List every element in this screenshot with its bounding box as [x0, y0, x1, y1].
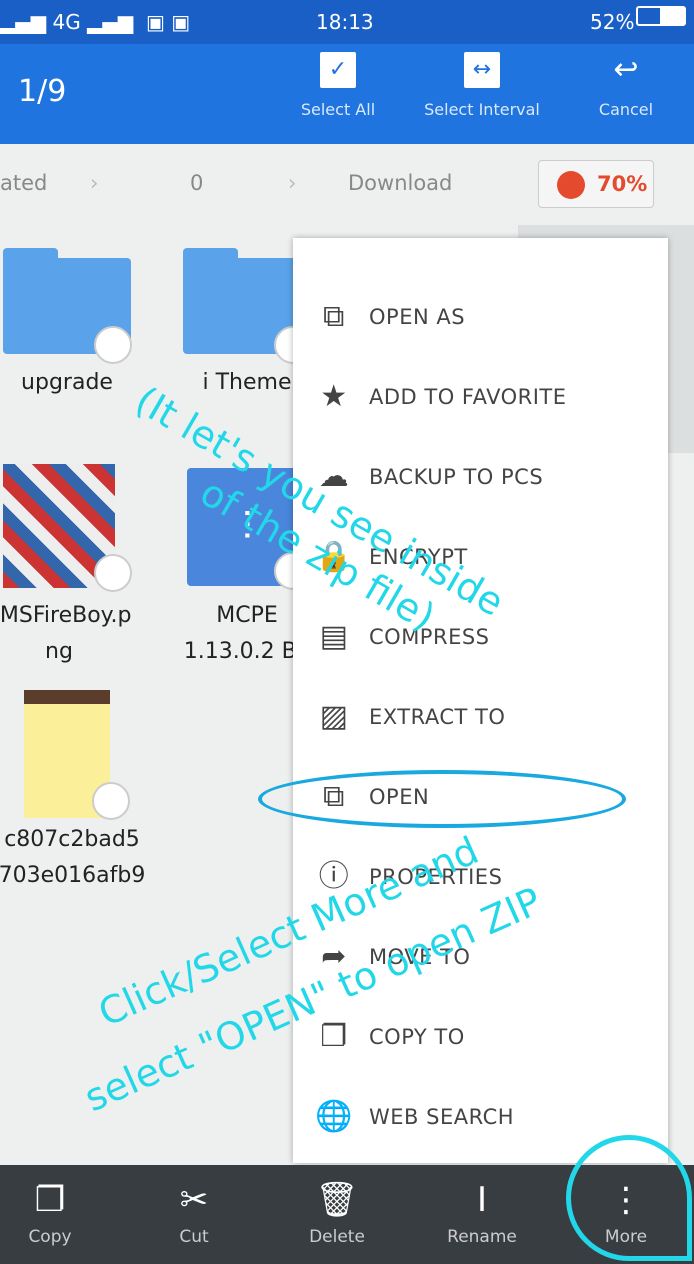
menu-item-label: COMPRESS [369, 625, 490, 649]
menu-item-add-to-favorite[interactable]: ★ ADD TO FAVORITE [293, 357, 668, 437]
breadcrumb-item[interactable]: ated [0, 171, 47, 195]
open-external-icon: ⧉ [323, 299, 345, 334]
menu-item-open-as[interactable]: ⧉ OPEN AS [293, 277, 668, 357]
label: Cut [179, 1227, 209, 1247]
annotation-circle [566, 1135, 692, 1261]
more-options-menu: ⧉ OPEN AS ★ ADD TO FAVORITE ☁ BACKUP TO PCS 🔒 E… [293, 238, 668, 1163]
scissors-icon: ✂ [179, 1180, 209, 1220]
battery-level: 52% [590, 10, 635, 34]
web-search-icon: 🌐 [315, 1099, 353, 1134]
menu-item-copy-to[interactable]: ❐ COPY TO [293, 997, 668, 1077]
status-bar: ▂▄▆ 4G ▂▄▆ ▣ ▣ 18:13 52% [0, 0, 694, 44]
copy-icon: ❐ [34, 1180, 66, 1220]
delete-button[interactable]: 🗑 Delete [287, 1175, 387, 1247]
file-name: TMSFireBoy.p ng [0, 603, 132, 664]
file-name: upgrade [21, 370, 113, 395]
file-item[interactable]: upgrade [0, 248, 142, 395]
pie-chart-icon [557, 171, 585, 199]
chevron-right-icon: › [90, 171, 99, 195]
menu-item-label: OPEN AS [369, 305, 466, 329]
breadcrumb-item[interactable]: Download [348, 171, 452, 195]
trash-icon: 🗑 [315, 1180, 359, 1220]
clock: 18:13 [316, 10, 374, 34]
select-checkbox[interactable] [92, 782, 130, 820]
return-icon: ↩ [613, 52, 639, 87]
menu-item-label: EXTRACT TO [369, 705, 506, 729]
compress-icon: ▤ [319, 619, 349, 654]
menu-item-extract-to[interactable]: ▨ EXTRACT TO [293, 677, 668, 757]
select-all-button[interactable]: ✓ Select All [290, 52, 386, 119]
label: Delete [309, 1227, 365, 1247]
selection-header: 1/9 ✓ Select All ↔ Select Interval ↩ Cancel [0, 44, 694, 144]
select-checkbox[interactable] [94, 326, 132, 364]
select-checkbox[interactable] [94, 554, 132, 592]
interval-icon: ↔ [464, 52, 500, 88]
label: Rename [447, 1227, 517, 1247]
star-icon: ★ [320, 379, 348, 414]
signal-indicator: ▂▄▆ 4G ▂▄▆ ▣ ▣ [0, 10, 191, 34]
file-item[interactable]: c807c2bad5 703e016afb9 [0, 690, 145, 894]
rename-button[interactable]: I Rename [432, 1175, 532, 1247]
select-interval-button[interactable]: ↔ Select Interval [420, 52, 544, 119]
storage-usage-button[interactable]: 70% [538, 160, 654, 208]
cancel-button[interactable]: ↩ Cancel [586, 52, 666, 119]
file-name: c807c2bad5 703e016afb9 [0, 827, 146, 888]
extract-icon: ▨ [319, 699, 349, 734]
checkbox-icon: ✓ [320, 52, 356, 88]
label: Select All [300, 100, 376, 119]
battery-icon [636, 6, 686, 26]
copy-button[interactable]: ❐ Copy [0, 1175, 100, 1247]
label: Cancel [598, 100, 654, 119]
menu-item-label: COPY TO [369, 1025, 465, 1049]
annotation-circle [258, 770, 626, 828]
text-cursor-icon: I [476, 1180, 488, 1220]
selection-count: 1/9 [18, 74, 67, 109]
menu-item-label: WEB SEARCH [369, 1105, 515, 1129]
copy-icon: ❐ [320, 1019, 348, 1054]
menu-item-label: BACKUP TO PCS [369, 465, 544, 489]
menu-item-label: ADD TO FAVORITE [369, 385, 567, 409]
breadcrumb-item[interactable]: 0 [190, 171, 203, 195]
cut-button[interactable]: ✂ Cut [144, 1175, 244, 1247]
label: Copy [28, 1227, 72, 1247]
chevron-right-icon: › [288, 171, 297, 195]
storage-percent: 70% [597, 172, 648, 196]
file-item[interactable]: TMSFireBoy.p ng [0, 464, 134, 670]
label: Select Interval [424, 100, 540, 119]
